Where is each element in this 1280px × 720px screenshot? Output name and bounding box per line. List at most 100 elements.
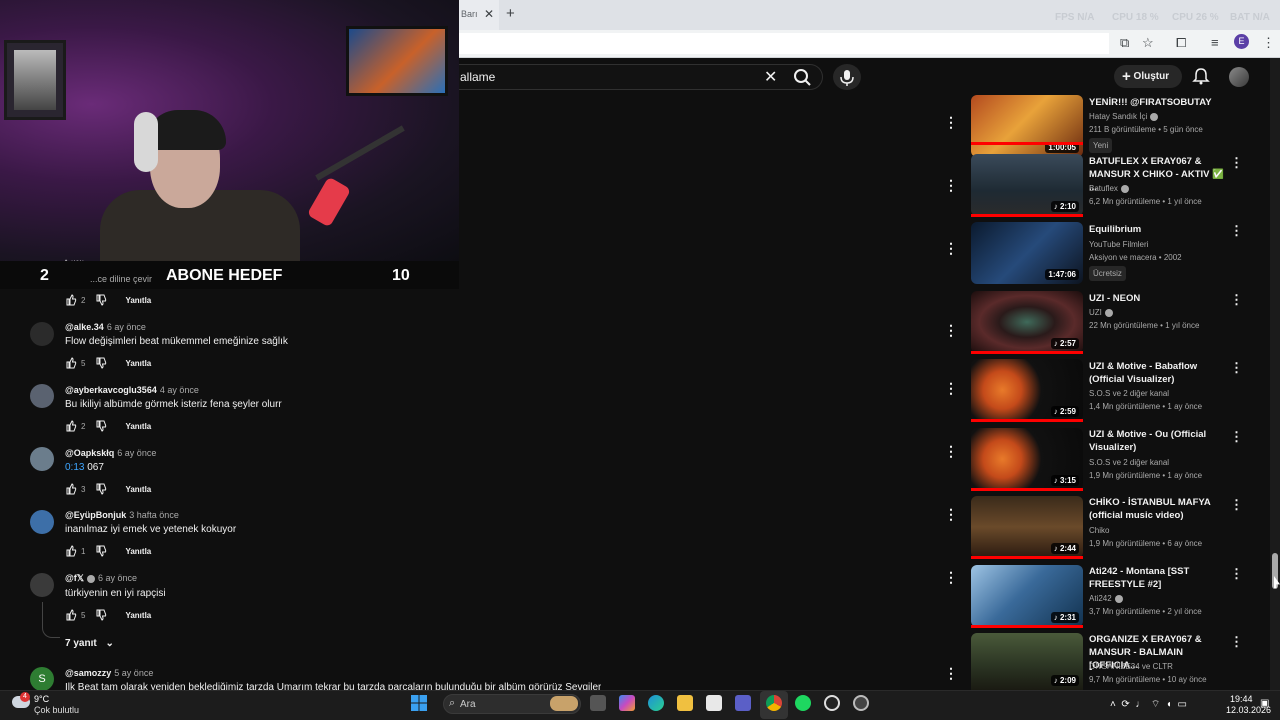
app-icon[interactable] [824,695,840,711]
dislike-icon[interactable] [95,294,107,306]
taskbar-search-placeholder[interactable]: Ara [460,699,476,710]
weather-description[interactable]: Çok bulutlu [34,705,79,715]
like-icon[interactable] [65,545,77,557]
comment-more-icon[interactable]: ⋮ [944,114,958,131]
video-thumbnail[interactable]: ♪ 3:15 [971,428,1083,490]
video-channel[interactable]: Chiko [1089,524,1229,537]
video-thumbnail[interactable]: ♪ 2:44 [971,496,1083,558]
search-icon[interactable] [787,66,817,88]
dislike-icon[interactable] [95,483,107,495]
video-more-icon[interactable]: ⋮ [1230,566,1243,582]
notifications-bell-icon[interactable] [1192,67,1210,85]
dislike-icon[interactable] [95,420,107,432]
comment-author[interactable]: @alke.34 6 ay önce [65,322,146,332]
like-icon[interactable] [65,420,77,432]
dislike-icon[interactable] [95,545,107,557]
install-app-icon[interactable]: ⧉ [1120,35,1129,51]
account-avatar[interactable] [1229,67,1249,87]
extensions-icon[interactable]: ⧠ [1176,35,1186,51]
wifi-icon[interactable]: ⌔ [1151,699,1160,710]
comment-more-icon[interactable]: ⋮ [944,443,958,460]
video-thumbnail[interactable]: 1:00:05 [971,95,1083,157]
video-channel[interactable]: YouTube Filmleri [1089,238,1229,251]
reply-button[interactable]: Yanıtla [125,611,151,620]
replies-toggle[interactable]: 7 yanıt ⌄ [65,638,114,649]
video-title[interactable]: Equilibrium [1089,223,1224,236]
translate-link[interactable]: ...ce diline çevir [90,274,152,284]
new-tab-button[interactable]: + [506,5,515,22]
like-icon[interactable] [65,483,77,495]
video-thumbnail[interactable]: ♪ 2:09 [971,633,1083,690]
system-tray[interactable]: ˄ ⟳ ♩ ⌔ ◖ ▭ [1110,698,1187,711]
clock-time[interactable]: 19:44 [1230,694,1253,704]
battery-icon[interactable]: ▭ [1178,699,1187,710]
video-channel[interactable]: Ati242 [1089,594,1112,603]
chrome-icon[interactable] [766,695,782,711]
video-title[interactable]: UZI & Motive - Babaflow (Official Visual… [1089,360,1224,386]
video-thumbnail[interactable]: ♪ 2:10 [971,154,1083,216]
comment-author[interactable]: @Oapkskłq 6 ay önce [65,448,156,458]
video-channel[interactable]: Hatay Sandık İçi [1089,112,1147,121]
address-bar[interactable] [459,33,1109,54]
video-title[interactable]: UZI & Motive - Ou (Official Visualizer) [1089,428,1224,454]
clear-search-icon[interactable]: ✕ [764,67,777,87]
video-thumbnail[interactable]: ♪ 2:59 [971,359,1083,421]
comment-avatar[interactable]: S [30,667,54,691]
comment-avatar[interactable] [30,447,54,471]
video-thumbnail[interactable]: ♪ 2:31 [971,565,1083,627]
copilot-icon[interactable] [619,695,635,711]
video-channel[interactable]: ORGANIZE34 ve CLTR [1089,662,1173,671]
like-icon[interactable] [65,609,77,621]
reply-button[interactable]: Yanıtla [125,485,151,494]
video-more-icon[interactable]: ⋮ [1230,360,1243,376]
comment-more-icon[interactable]: ⋮ [944,240,958,257]
video-title[interactable]: YENİR!!! @FIRATSOBUTAY [1089,96,1224,109]
comment-avatar[interactable] [30,384,54,408]
edge-icon[interactable] [648,695,664,711]
video-title[interactable]: Ati242 - Montana [SST FREESTYLE #2] [1089,565,1224,591]
video-more-icon[interactable]: ⋮ [1230,292,1243,308]
create-button[interactable]: + Oluştur [1114,65,1182,88]
bookmark-star-icon[interactable]: ☆ [1142,35,1154,51]
store-icon[interactable] [706,695,722,711]
notification-icon[interactable]: ▣ [1260,698,1269,709]
reply-button[interactable]: Yanıtla [125,296,151,305]
mic-tray-icon[interactable]: ♩ [1135,699,1145,710]
page-scrollbar[interactable] [1270,58,1280,690]
video-more-icon[interactable]: ⋮ [1230,634,1243,650]
reply-button[interactable]: Yanıtla [125,547,151,556]
comment-avatar[interactable] [30,510,54,534]
obs-icon[interactable] [853,695,869,711]
comment-author[interactable]: @f𝕏 6 ay önce [65,573,137,584]
spotify-icon[interactable] [795,695,811,711]
browser-menu-icon[interactable]: ⋮ [1262,35,1275,51]
reply-button[interactable]: Yanıtla [125,359,151,368]
comment-more-icon[interactable]: ⋮ [944,506,958,523]
video-more-icon[interactable]: ⋮ [1230,429,1243,445]
comment-more-icon[interactable]: ⋮ [944,569,958,586]
dislike-icon[interactable] [95,357,107,369]
comment-avatar[interactable] [30,573,54,597]
video-channel[interactable]: Batuflex [1089,184,1118,193]
dislike-icon[interactable] [95,609,107,621]
browser-profile-avatar[interactable]: E [1234,34,1249,49]
video-channel[interactable]: S.O.S ve 2 diğer kanal [1089,387,1229,400]
comment-more-icon[interactable]: ⋮ [944,322,958,339]
comment-author[interactable]: @samozzy 5 ay önce [65,668,153,678]
task-view-icon[interactable] [590,695,606,711]
sync-icon[interactable]: ⟳ [1121,699,1129,710]
comment-more-icon[interactable]: ⋮ [944,380,958,397]
comment-avatar[interactable] [30,322,54,346]
teams-icon[interactable] [735,695,751,711]
video-thumbnail[interactable]: ♪ 2:57 [971,291,1083,353]
comment-more-icon[interactable]: ⋮ [944,665,958,682]
video-more-icon[interactable]: ⋮ [1230,497,1243,513]
tray-chevron-icon[interactable]: ˄ [1110,699,1116,710]
video-channel[interactable]: UZI [1089,308,1102,317]
volume-icon[interactable]: ◖ [1166,699,1172,710]
tab-close-icon[interactable]: ✕ [484,7,494,21]
video-title[interactable]: CHİKO - İSTANBUL MAFYA (official music v… [1089,496,1224,522]
windows-start-icon[interactable] [411,695,427,711]
search-highlight-icon[interactable] [550,696,578,711]
file-explorer-icon[interactable] [677,695,693,711]
